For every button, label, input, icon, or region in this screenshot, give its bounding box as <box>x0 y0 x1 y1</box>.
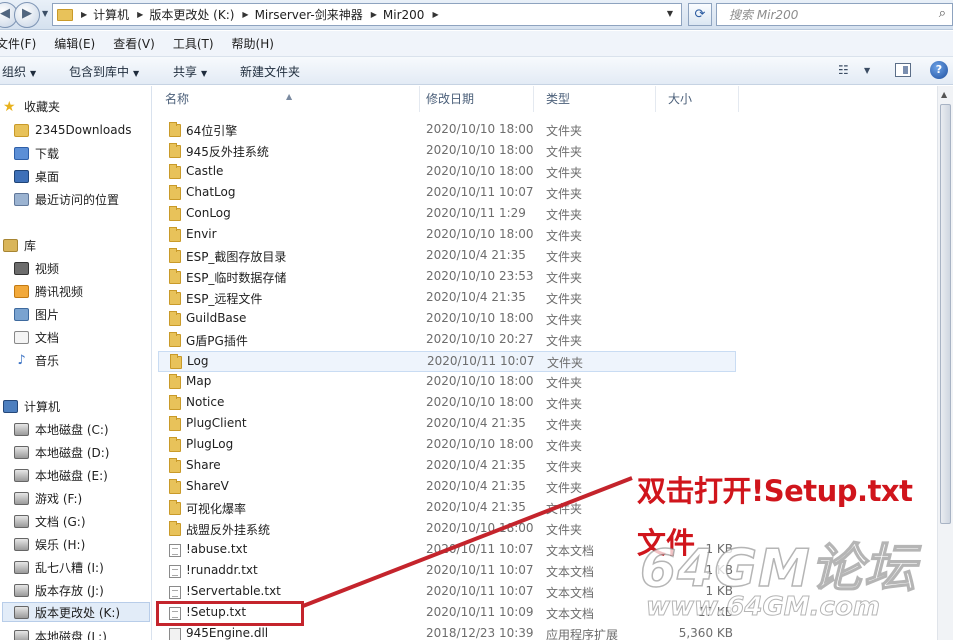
watermark-logo: 64GM论坛 <box>639 538 917 600</box>
watermark-url: www.64GM.com <box>646 592 881 623</box>
annotation-text: 双击打开!Setup.txt <box>637 474 913 508</box>
